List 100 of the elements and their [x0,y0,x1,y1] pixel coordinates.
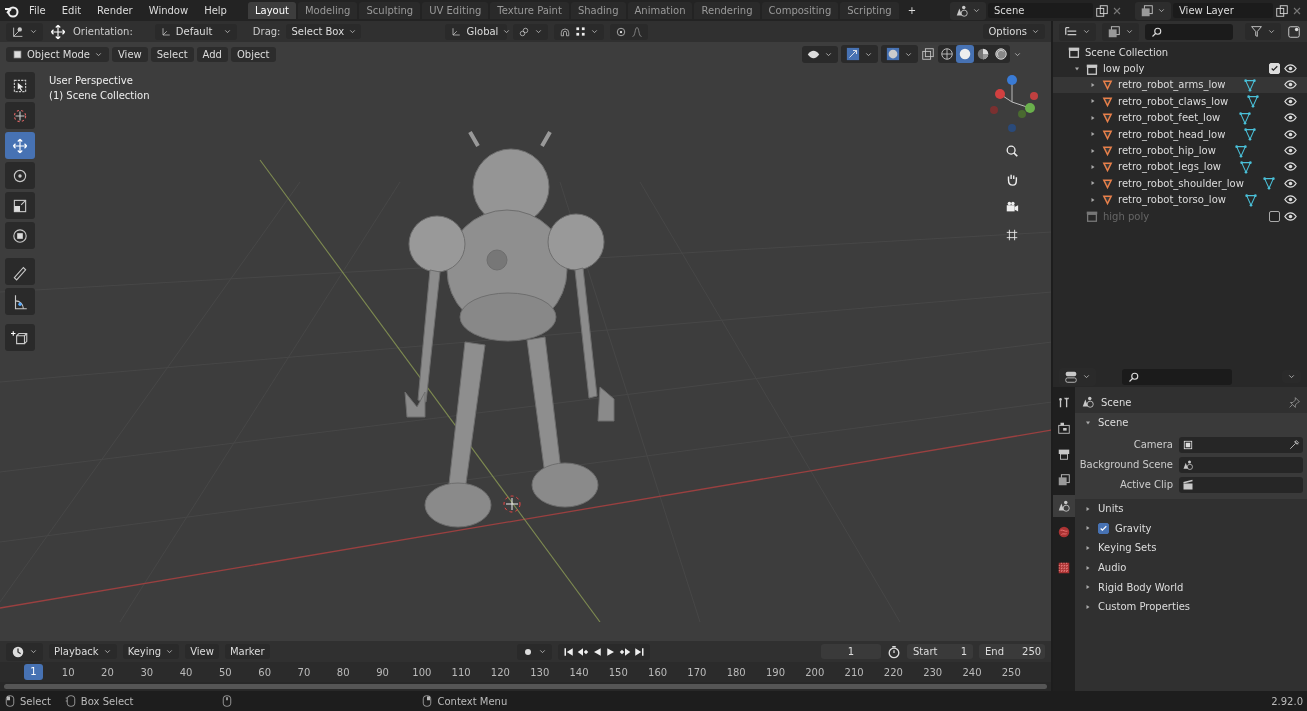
eye-icon[interactable] [1284,111,1297,125]
menu-item[interactable]: File [22,3,53,18]
current-frame-field[interactable]: 1 [821,644,881,659]
mesh-data-icon[interactable] [1246,94,1261,109]
object-label[interactable]: retro_robot_hip_low [1118,145,1216,157]
menu-item[interactable]: Object [230,46,276,62]
outliner-row[interactable]: retro_robot_legs_low [1053,158,1307,176]
menu-item[interactable]: View [185,644,219,659]
scene-field[interactable] [1179,456,1303,473]
menu-item[interactable]: Edit [54,3,89,18]
object-label[interactable]: retro_robot_arms_low [1118,79,1226,91]
copy-icon[interactable] [1095,3,1109,18]
menu-item[interactable]: Add [196,46,228,62]
workspace-tab[interactable]: Rendering [694,2,760,19]
shading-button[interactable] [992,45,1010,63]
pin-icon[interactable] [1288,395,1301,409]
menu-item[interactable]: Keying [122,644,180,659]
keying-dropdown[interactable] [516,643,552,660]
pivot-dropdown[interactable] [513,23,549,40]
collection-row[interactable]: low poly [1053,60,1307,77]
workspace-tab[interactable]: UV Editing [422,2,489,19]
workspace-tab[interactable]: Animation [627,2,693,19]
jump-start-icon[interactable] [562,645,575,658]
shading-button[interactable] [938,45,956,63]
tool-button[interactable] [5,222,35,249]
menu-item[interactable]: Help [197,3,234,18]
mesh-data-icon[interactable] [1243,127,1258,142]
mesh-data-icon[interactable] [1243,77,1258,92]
start-frame-field[interactable]: Start 1 [907,644,973,659]
camera-field[interactable] [1179,436,1303,453]
jump-end-icon[interactable] [632,645,645,658]
outliner-row[interactable]: retro_robot_torso_low [1053,191,1307,208]
menu-item[interactable]: Playback [49,644,117,659]
eye-icon[interactable] [1284,176,1297,190]
eye-icon[interactable] [1284,78,1297,92]
drag-dropdown[interactable]: Select Box [286,24,362,39]
menu-item[interactable]: Window [141,3,196,18]
filter-button[interactable] [1245,23,1281,40]
end-frame-field[interactable]: End 250 [979,644,1045,659]
playback-controls[interactable] [557,643,650,660]
workspace-tab[interactable]: Sculpting [359,2,421,19]
eye-icon[interactable] [1284,62,1297,76]
view-layer-field[interactable]: View Layer [1173,3,1273,18]
move-gizmo-icon[interactable] [49,22,67,41]
scene-field[interactable]: Scene [988,3,1093,18]
new-collection-icon[interactable] [1287,24,1301,39]
eye-icon[interactable] [1284,94,1297,108]
panel-header[interactable]: Keying Sets [1098,542,1157,554]
overlays-dropdown[interactable] [881,45,918,63]
visibility-dropdown[interactable] [802,45,838,63]
collection-label[interactable]: low poly [1103,63,1145,75]
mesh-data-icon[interactable] [1243,192,1258,207]
tool-button[interactable] [5,132,35,159]
search-field[interactable] [1122,368,1232,385]
panel-header[interactable]: Gravity [1115,522,1152,534]
workspace-tab[interactable]: Modeling [297,2,358,19]
tool-button[interactable] [5,162,35,189]
panel-header[interactable]: Units [1098,503,1124,515]
stopwatch-icon[interactable] [887,644,901,659]
tool-button[interactable] [5,288,35,315]
panel-header[interactable]: Audio [1098,562,1127,574]
workspace-tab[interactable]: Layout [247,2,296,19]
menu-item[interactable]: View [112,46,148,62]
eye-icon[interactable] [1284,144,1297,158]
tool-button[interactable] [5,192,35,219]
panel-header[interactable]: Rigid Body World [1098,581,1184,593]
add-workspace-button[interactable]: + [900,3,924,18]
outliner-row[interactable]: retro_robot_shoulder_low [1053,175,1307,192]
mesh-data-icon[interactable] [1238,159,1253,174]
scrollbar[interactable] [4,684,1047,689]
object-label[interactable]: retro_robot_feet_low [1118,112,1221,124]
proportional-dropdown[interactable] [610,23,649,40]
editor-type-button[interactable] [6,22,43,41]
shading-button[interactable] [956,45,974,63]
mesh-data-icon[interactable] [1261,176,1276,191]
workspace-tab[interactable]: Compositing [761,2,839,19]
outliner-row[interactable]: retro_robot_head_low [1053,125,1307,143]
object-label[interactable]: retro_robot_legs_low [1118,161,1221,173]
options-dropdown[interactable]: Options [983,24,1045,39]
checkbox[interactable] [1098,522,1109,534]
current-frame-marker[interactable]: 1 [24,664,43,680]
display-mode-button[interactable] [1102,22,1139,41]
workspace-tab[interactable]: Texture Paint [490,2,569,19]
mesh-data-icon[interactable] [1233,143,1248,158]
outliner-row[interactable]: retro_robot_feet_low [1053,109,1307,126]
mesh-data-icon[interactable] [1238,110,1253,125]
tool-button[interactable] [5,258,35,285]
gizmo-dropdown[interactable] [841,45,878,63]
panel-header[interactable]: Custom Properties [1098,601,1191,613]
object-label[interactable]: retro_robot_torso_low [1118,194,1226,206]
xray-icon[interactable] [921,47,935,61]
properties-tab[interactable] [1053,495,1075,517]
mode-dropdown[interactable]: Object Mode [6,46,109,62]
eye-icon[interactable] [1284,127,1297,141]
orientation-dropdown[interactable]: Default [154,23,237,40]
outliner-row[interactable]: retro_robot_arms_low [1053,76,1307,94]
clip-field[interactable] [1179,476,1303,493]
outliner-row[interactable]: retro_robot_hip_low [1053,142,1307,159]
tool-button[interactable] [5,324,35,351]
object-label[interactable]: retro_robot_claws_low [1118,95,1229,107]
